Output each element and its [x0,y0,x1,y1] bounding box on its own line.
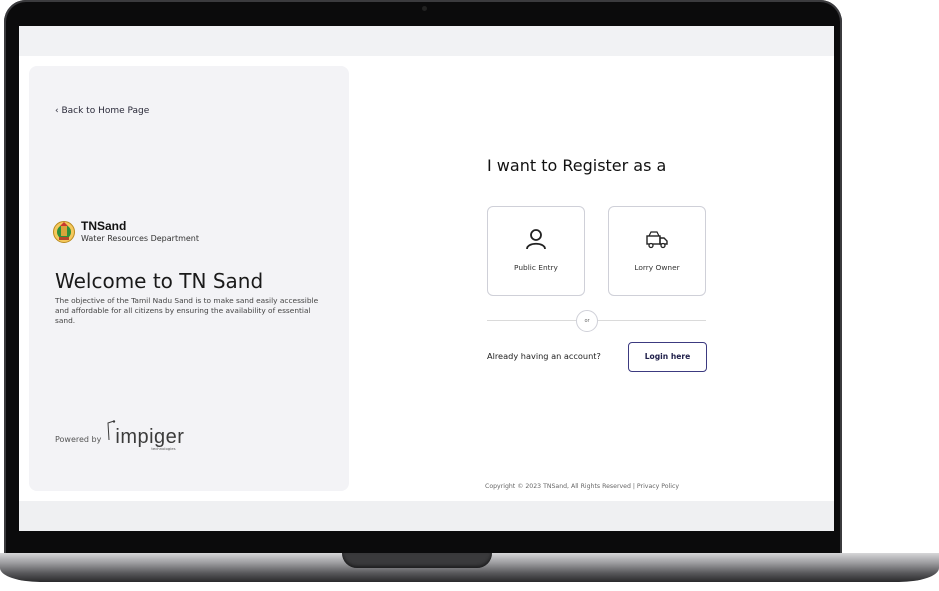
already-account-text: Already having an account? [487,351,601,361]
lorry-owner-option[interactable]: Lorry Owner [608,206,706,296]
browser-top-bar [19,26,834,56]
laptop-lid: ‹ Back to Home Page TNSand Water Resourc… [4,0,842,556]
brand-department: Water Resources Department [81,233,199,243]
back-to-home-link[interactable]: ‹ Back to Home Page [55,106,149,116]
welcome-panel: ‹ Back to Home Page TNSand Water Resourc… [29,66,349,491]
impiger-logo: impiger technologies [105,418,187,451]
login-button[interactable]: Login here [628,342,707,372]
lorry-icon [646,231,668,249]
public-entry-label: Public Entry [514,263,558,272]
camera-icon [422,6,427,11]
laptop-screen: ‹ Back to Home Page TNSand Water Resourc… [19,26,834,531]
copyright-text: Copyright © 2023 TNSand, All Rights Rese… [485,483,680,490]
register-title: I want to Register as a [487,156,667,175]
brand-block: TNSand Water Resources Department [53,219,199,245]
lorry-owner-label: Lorry Owner [634,263,680,272]
public-entry-option[interactable]: Public Entry [487,206,585,296]
welcome-title: Welcome to TN Sand [55,269,264,293]
laptop-hinge-notch [342,553,492,568]
browser-bottom-bar [19,501,834,531]
powered-by: Powered by impiger technologies [55,418,187,451]
tn-emblem-icon [53,221,75,243]
brand-name: TNSand [81,218,127,233]
powered-by-label: Powered by [55,435,102,444]
or-separator: or [576,310,598,332]
user-icon [526,229,546,250]
impiger-subtext: technologies [151,446,176,451]
welcome-description: The objective of the Tamil Nadu Sand is … [55,296,319,325]
